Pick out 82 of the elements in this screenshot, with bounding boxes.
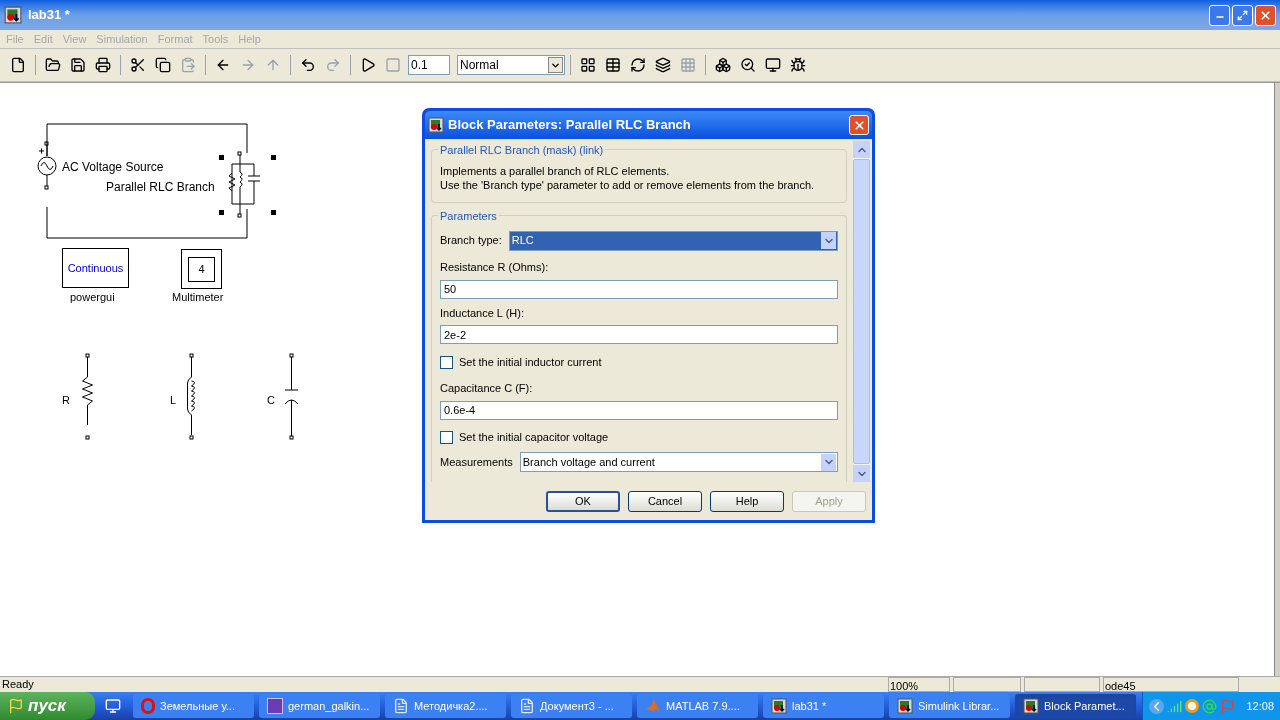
field-label: Inductance L (H):: [440, 305, 525, 321]
scroll-down-button[interactable]: [853, 465, 870, 482]
document-icon: [393, 698, 409, 714]
start-button[interactable]: пуск: [0, 692, 95, 720]
checkbox[interactable]: [440, 355, 453, 369]
checkbox-label: Set the initial capacitor voltage: [459, 430, 609, 446]
model-icon: [1023, 698, 1039, 714]
status-zoom: 100%: [888, 677, 950, 692]
menu-item[interactable]: View: [62, 30, 87, 48]
dialog-title: Block Parameters: Parallel RLC Branch: [448, 116, 691, 135]
taskbar-button[interactable]: Simulink Librar...: [889, 694, 1010, 718]
document-icon: [519, 698, 535, 714]
checkbox-label: Set the initial inductor current: [459, 354, 602, 370]
close-icon: [1259, 8, 1272, 22]
description-text: Use the 'Branch type' parameter to add or remove elements from the branch.: [440, 178, 816, 192]
block-label: Parallel RLC Branch: [106, 179, 215, 196]
menu-item[interactable]: Simulation: [96, 30, 148, 48]
dropdown[interactable]: Branch voltage and current: [519, 452, 838, 472]
taskbar-button[interactable]: Методичка2....: [385, 694, 506, 718]
menu-item[interactable]: Edit: [33, 30, 53, 48]
minimize-button[interactable]: [1209, 4, 1230, 26]
window-title: lab31 *: [28, 6, 70, 25]
menu-item[interactable]: Format: [157, 30, 193, 48]
close-button[interactable]: [1255, 4, 1276, 26]
maximize-button[interactable]: [1232, 4, 1253, 26]
close-button[interactable]: [849, 115, 869, 135]
simulation-mode-dropdown[interactable]: Normal: [457, 55, 565, 75]
status-text: Ready: [1, 677, 35, 693]
capacitor-drawing[interactable]: [284, 353, 300, 441]
show-desktop-icon[interactable]: [105, 698, 123, 714]
status-solver: ode45: [1103, 677, 1239, 692]
matlab-icon: [645, 698, 661, 714]
resistor-drawing[interactable]: [80, 353, 96, 441]
model-icon: [897, 698, 913, 714]
selection-handle[interactable]: [219, 155, 224, 160]
dialog-button[interactable]: Help: [710, 490, 784, 512]
block-label: powergui: [70, 290, 115, 305]
model-icon: [428, 117, 444, 133]
input-field[interactable]: 0.6e-4: [440, 400, 838, 420]
ring-icon[interactable]: [1185, 699, 1199, 713]
taskbar-button[interactable]: Документ3 - ...: [511, 694, 632, 718]
input-field[interactable]: 50: [440, 279, 838, 299]
windows-flag-icon: [8, 698, 24, 714]
menu-item[interactable]: File: [6, 30, 24, 48]
ring-icon: [141, 698, 155, 714]
app-icon: [267, 698, 283, 714]
ac-source-drawing[interactable]: [36, 141, 58, 191]
taskbar-button[interactable]: german_galkin...: [259, 694, 380, 718]
taskbar-button[interactable]: Block Paramet...: [1015, 694, 1136, 718]
block-label: C: [267, 393, 275, 408]
expand-tray-icon[interactable]: [1149, 698, 1164, 714]
maximize-icon: [1237, 9, 1248, 21]
taskbar-button[interactable]: MATLAB 7.9....: [637, 694, 758, 718]
field-label: Measurements: [440, 454, 513, 470]
block-label: L: [170, 393, 177, 408]
selection-handle[interactable]: [219, 210, 224, 215]
field-label: Resistance R (Ohms):: [440, 260, 550, 275]
block-label: Multimeter: [172, 290, 224, 305]
powergui-block[interactable]: Continuous: [62, 248, 129, 288]
block-label: R: [62, 393, 70, 408]
model-icon: [771, 698, 787, 714]
dialog-button[interactable]: OK: [546, 490, 620, 512]
taskbar-button[interactable]: Земельные у...: [133, 694, 254, 718]
multimeter-block[interactable]: 4: [181, 249, 222, 289]
app-icon: [4, 6, 22, 24]
selection-handle[interactable]: [271, 155, 276, 160]
checkbox[interactable]: [440, 431, 453, 444]
taskbar-button[interactable]: lab31 *: [763, 694, 884, 718]
menu-item[interactable]: Help: [238, 30, 261, 48]
input-field[interactable]: 2e-2: [440, 325, 838, 344]
menu-item[interactable]: Tools: [202, 30, 229, 48]
selection-handle[interactable]: [271, 210, 276, 215]
close-icon: [852, 118, 866, 132]
block-label: AC Voltage Source: [62, 159, 164, 176]
field-label: Branch type:: [440, 233, 502, 249]
description-text: Implements a parallel branch of RLC elements.: [440, 164, 671, 178]
scroll-up-button[interactable]: [853, 141, 870, 158]
stop-time-field[interactable]: 0.1: [408, 55, 450, 75]
dialog-button[interactable]: Cancel: [628, 490, 702, 512]
clock: 12:08: [1246, 698, 1274, 714]
field-label: Capacitance C (F):: [440, 381, 534, 396]
dropdown[interactable]: RLC: [508, 230, 838, 251]
